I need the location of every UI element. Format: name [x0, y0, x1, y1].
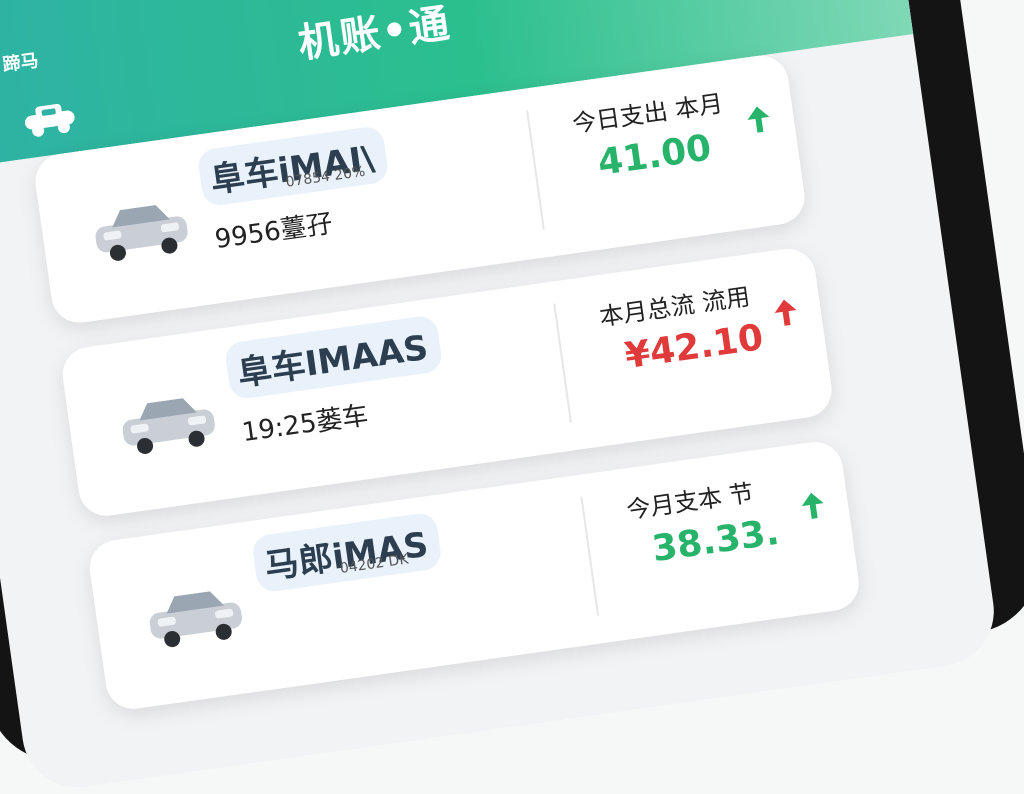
vehicle-name: 阜车IMAAS	[223, 314, 444, 401]
vehicle-name: 马郎iMAS	[250, 511, 444, 594]
stat-value: 41.00	[595, 127, 714, 184]
car-icon	[122, 398, 215, 454]
card-divider	[580, 496, 600, 616]
vehicle-meta: 19:25蒌车	[240, 400, 371, 449]
app-title: 机账•通	[295, 0, 455, 68]
arrow-up-icon	[774, 299, 797, 326]
phone-screen: 蹄马 机账•通 阜车iMAI\ 07854 20% 9956薹孖 今日支出 本月…	[0, 0, 1001, 794]
arrow-up-icon	[747, 106, 770, 133]
vehicle-meta: 9956薹孖	[213, 208, 335, 256]
status-bar-text: 蹄马	[1, 50, 40, 76]
card-divider	[553, 303, 572, 423]
car-menu-icon[interactable]	[21, 99, 79, 140]
card-divider	[526, 110, 545, 230]
arrow-up-icon	[801, 492, 824, 519]
stat-value: 38.33.	[649, 511, 782, 571]
car-icon	[149, 591, 242, 648]
car-icon	[95, 205, 188, 261]
